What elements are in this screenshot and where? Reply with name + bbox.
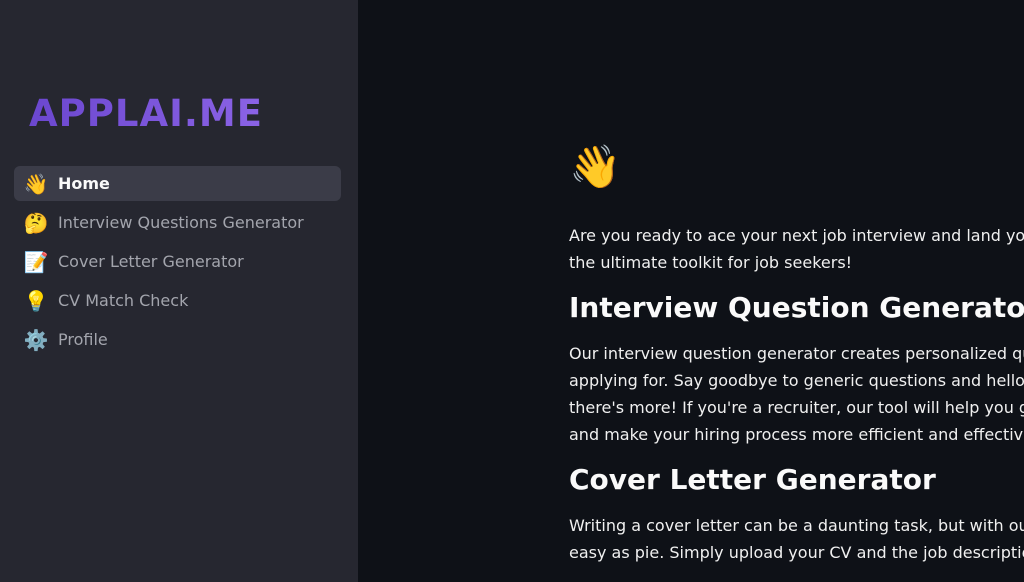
sidebar-item-profile[interactable]: ⚙️ Profile: [14, 322, 341, 357]
main-content: 👋 Are you ready to ace your next job int…: [358, 0, 1024, 582]
app-logo[interactable]: APPLAI.ME: [29, 92, 263, 135]
sidebar-item-label: Profile: [58, 330, 108, 349]
waving-hand-icon: 👋: [569, 142, 622, 191]
cover-letter-paragraph: Writing a cover letter can be a daunting…: [569, 512, 1024, 566]
interview-generator-paragraph: Our interview question generator creates…: [569, 340, 1024, 448]
light-bulb-icon: 💡: [23, 288, 49, 313]
section-heading-interview-question-generator: Interview Question Generator: [569, 291, 1024, 324]
memo-icon: 📝: [23, 249, 49, 274]
sidebar-item-label: Cover Letter Generator: [58, 252, 244, 271]
intro-line: Are you ready to ace your next job inter…: [569, 226, 1024, 245]
section-heading-cover-letter-generator: Cover Letter Generator: [569, 463, 936, 496]
sidebar-item-interview-questions-generator[interactable]: 🤔 Interview Questions Generator: [14, 205, 341, 240]
paragraph-line: and make your hiring process more effici…: [569, 425, 1024, 444]
content-column: 👋 Are you ready to ace your next job int…: [569, 146, 1024, 566]
paragraph-line: there's more! If you're a recruiter, our…: [569, 398, 1024, 417]
paragraph-line: Our interview question generator creates…: [569, 344, 1024, 363]
gear-icon: ⚙️: [23, 327, 49, 352]
sidebar-item-label: CV Match Check: [58, 291, 189, 310]
sidebar-item-cv-match-check[interactable]: 💡 CV Match Check: [14, 283, 341, 318]
waving-hand-icon: 👋: [23, 171, 49, 196]
sidebar-item-label: Home: [58, 174, 110, 193]
paragraph-line: applying for. Say goodbye to generic que…: [569, 371, 1024, 390]
sidebar: APPLAI.ME 👋 Home 🤔 Interview Questions G…: [0, 0, 358, 582]
sidebar-item-label: Interview Questions Generator: [58, 213, 304, 232]
sidebar-nav: 👋 Home 🤔 Interview Questions Generator 📝…: [14, 166, 341, 361]
sidebar-item-cover-letter-generator[interactable]: 📝 Cover Letter Generator: [14, 244, 341, 279]
intro-paragraph: Are you ready to ace your next job inter…: [569, 222, 1024, 276]
thinking-face-icon: 🤔: [23, 210, 49, 235]
paragraph-line: Writing a cover letter can be a daunting…: [569, 516, 1024, 535]
sidebar-item-home[interactable]: 👋 Home: [14, 166, 341, 201]
app-window: APPLAI.ME 👋 Home 🤔 Interview Questions G…: [0, 0, 1024, 582]
intro-line: the ultimate toolkit for job seekers!: [569, 253, 853, 272]
paragraph-line: easy as pie. Simply upload your CV and t…: [569, 543, 1024, 562]
